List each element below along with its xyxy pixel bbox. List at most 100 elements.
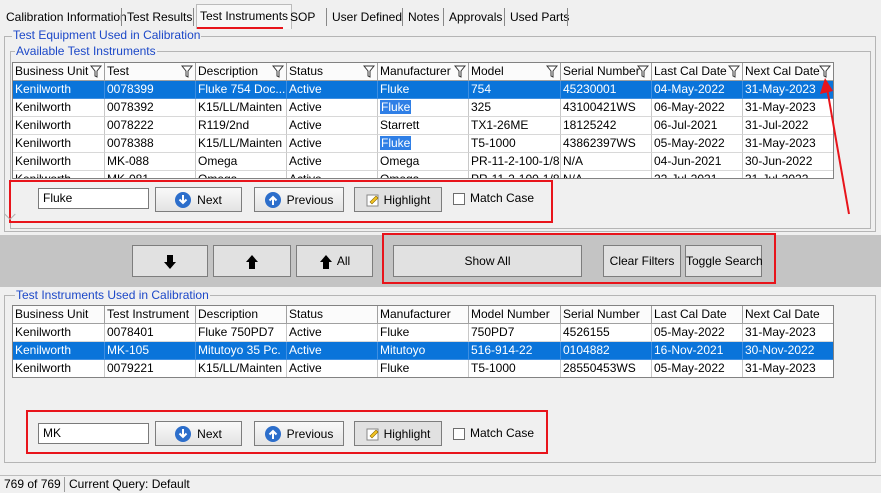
available-row-cell[interactable]: T5-1000	[469, 135, 561, 153]
column-header-last-cal-date[interactable]: Last Cal Date	[652, 306, 743, 324]
available-row-cell[interactable]: PR-11-2-100-1/8	[469, 171, 561, 178]
used-row-cell[interactable]: Fluke	[378, 324, 469, 342]
available-row-cell[interactable]: N/A	[561, 153, 652, 171]
available-row-cell[interactable]: 18125242	[561, 117, 652, 135]
available-row-cell[interactable]: MK-088	[105, 153, 196, 171]
move-up-button[interactable]	[213, 245, 291, 277]
available-row-cell[interactable]: TX1-26ME	[469, 117, 561, 135]
available-row-cell[interactable]: Active	[287, 171, 378, 178]
tab-user-defined[interactable]: User Defined	[332, 7, 402, 27]
used-row-cell[interactable]: MK-105	[105, 342, 196, 360]
available-row-cell[interactable]: Kenilworth	[13, 99, 105, 117]
tab-sop[interactable]: SOP	[290, 7, 315, 27]
tab-notes[interactable]: Notes	[408, 7, 439, 27]
available-row-cell[interactable]: Starrett	[378, 117, 469, 135]
available-match-case-checkbox[interactable]	[453, 193, 465, 205]
available-row-cell[interactable]: K15/LL/Mainten	[196, 135, 287, 153]
available-row-cell[interactable]: R119/2nd	[196, 117, 287, 135]
available-row-cell[interactable]: MK-081	[105, 171, 196, 178]
used-row-cell[interactable]: 28550453WS	[561, 360, 652, 377]
column-header-serial-number[interactable]: Serial Number	[561, 306, 652, 324]
available-row-cell[interactable]: PR-11-2-100-1/8-	[469, 153, 561, 171]
column-header-test-instrument[interactable]: Test Instrument	[105, 306, 196, 324]
used-row-cell[interactable]: Fluke	[378, 360, 469, 377]
tab-test-instruments[interactable]: Test Instruments	[196, 4, 293, 29]
available-row-cell[interactable]: Fluke 754 Doc...	[196, 81, 287, 99]
tab-test-results[interactable]: Test Results	[127, 7, 192, 27]
column-header-model-number[interactable]: Model Number	[469, 306, 561, 324]
column-header-business-unit[interactable]: Business Unit	[13, 306, 105, 324]
filter-icon[interactable]	[181, 65, 193, 78]
available-row-cell[interactable]: Active	[287, 81, 378, 99]
used-row-cell[interactable]: Fluke 750PD7	[196, 324, 287, 342]
tab-used-parts[interactable]: Used Parts	[510, 7, 569, 27]
available-row-cell[interactable]: 06-May-2022	[652, 99, 743, 117]
used-row-cell[interactable]: K15/LL/Mainten	[196, 360, 287, 377]
tab-calibration-information[interactable]: Calibration Information	[6, 7, 127, 27]
available-row-cell[interactable]: 754	[469, 81, 561, 99]
used-row-cell[interactable]: Mitutoyo	[378, 342, 469, 360]
available-row-cell[interactable]: Active	[287, 117, 378, 135]
available-row-cell[interactable]: 22-Jul-2021	[652, 171, 743, 178]
move-down-button[interactable]	[132, 245, 208, 277]
used-row-cell[interactable]: 05-May-2022	[652, 360, 743, 377]
used-previous-button[interactable]: Previous	[254, 421, 344, 446]
available-row-cell[interactable]: Omega	[196, 171, 287, 178]
filter-icon[interactable]	[728, 65, 740, 78]
available-row-cell[interactable]: Kenilworth	[13, 153, 105, 171]
filter-icon[interactable]	[546, 65, 558, 78]
used-instruments-grid[interactable]: Business Unit Test Instrument Descriptio…	[12, 305, 834, 378]
available-row-cell[interactable]: N/A	[561, 171, 652, 178]
available-row-cell[interactable]: Kenilworth	[13, 117, 105, 135]
used-row-cell[interactable]: T5-1000	[469, 360, 561, 377]
used-next-button[interactable]: Next	[155, 421, 242, 446]
used-row-cell[interactable]: 05-May-2022	[652, 324, 743, 342]
column-header-next-cal-date[interactable]: Next Cal Date	[743, 306, 833, 324]
available-row-cell[interactable]: 43862397WS	[561, 135, 652, 153]
used-search-input[interactable]: MK	[38, 423, 149, 444]
available-row-cell[interactable]: Kenilworth	[13, 171, 105, 178]
available-row-cell[interactable]: 04-Jun-2021	[652, 153, 743, 171]
available-row-cell[interactable]: 325	[469, 99, 561, 117]
available-row-cell[interactable]: Fluke	[378, 81, 469, 99]
used-row-cell[interactable]: 516-914-22	[469, 342, 561, 360]
used-row-cell[interactable]: 31-May-2023	[743, 360, 833, 377]
available-row-cell[interactable]: Fluke	[378, 99, 469, 117]
column-header-description[interactable]: Description	[196, 306, 287, 324]
filter-icon[interactable]	[90, 65, 102, 78]
available-row-cell[interactable]: Active	[287, 153, 378, 171]
available-search-input[interactable]: Fluke	[38, 188, 149, 209]
available-row-cell[interactable]: Omega	[196, 153, 287, 171]
available-instruments-grid[interactable]: Business Unit Test Description Status Ma…	[12, 62, 834, 179]
available-row-cell[interactable]: K15/LL/Mainten	[196, 99, 287, 117]
available-row-cell[interactable]: 0078392	[105, 99, 196, 117]
available-row-cell[interactable]: Omega	[378, 153, 469, 171]
used-row-cell[interactable]: Active	[287, 342, 378, 360]
used-row-cell[interactable]: Mitutoyo 35 Pc.	[196, 342, 287, 360]
used-row-cell[interactable]: Kenilworth	[13, 360, 105, 377]
available-row-cell[interactable]: 04-May-2022	[652, 81, 743, 99]
available-row-cell[interactable]: 06-Jul-2021	[652, 117, 743, 135]
used-row-cell[interactable]: 0079221	[105, 360, 196, 377]
available-row-cell[interactable]: Fluke	[378, 135, 469, 153]
move-all-up-button[interactable]: All	[296, 245, 373, 277]
column-header-manufacturer[interactable]: Manufacturer	[378, 306, 469, 324]
filter-icon[interactable]	[454, 65, 466, 78]
used-row-cell[interactable]: 30-Nov-2022	[743, 342, 833, 360]
available-row-cell[interactable]: Active	[287, 135, 378, 153]
available-row-cell[interactable]: Active	[287, 99, 378, 117]
available-previous-button[interactable]: Previous	[254, 187, 344, 212]
used-row-cell[interactable]: Kenilworth	[13, 324, 105, 342]
available-row-cell[interactable]: 43100421WS	[561, 99, 652, 117]
column-header-status[interactable]: Status	[287, 306, 378, 324]
available-row-cell[interactable]: 0078399	[105, 81, 196, 99]
used-row-cell[interactable]: Kenilworth	[13, 342, 105, 360]
filter-icon[interactable]	[272, 65, 284, 78]
available-row-cell[interactable]: Omega	[378, 171, 469, 178]
available-row-cell[interactable]: Kenilworth	[13, 81, 105, 99]
available-row-cell[interactable]: 05-May-2022	[652, 135, 743, 153]
available-highlight-button[interactable]: Highlight	[354, 187, 442, 212]
available-next-button[interactable]: Next	[155, 187, 242, 212]
available-row-cell[interactable]: 0078222	[105, 117, 196, 135]
used-row-cell[interactable]: 0078401	[105, 324, 196, 342]
